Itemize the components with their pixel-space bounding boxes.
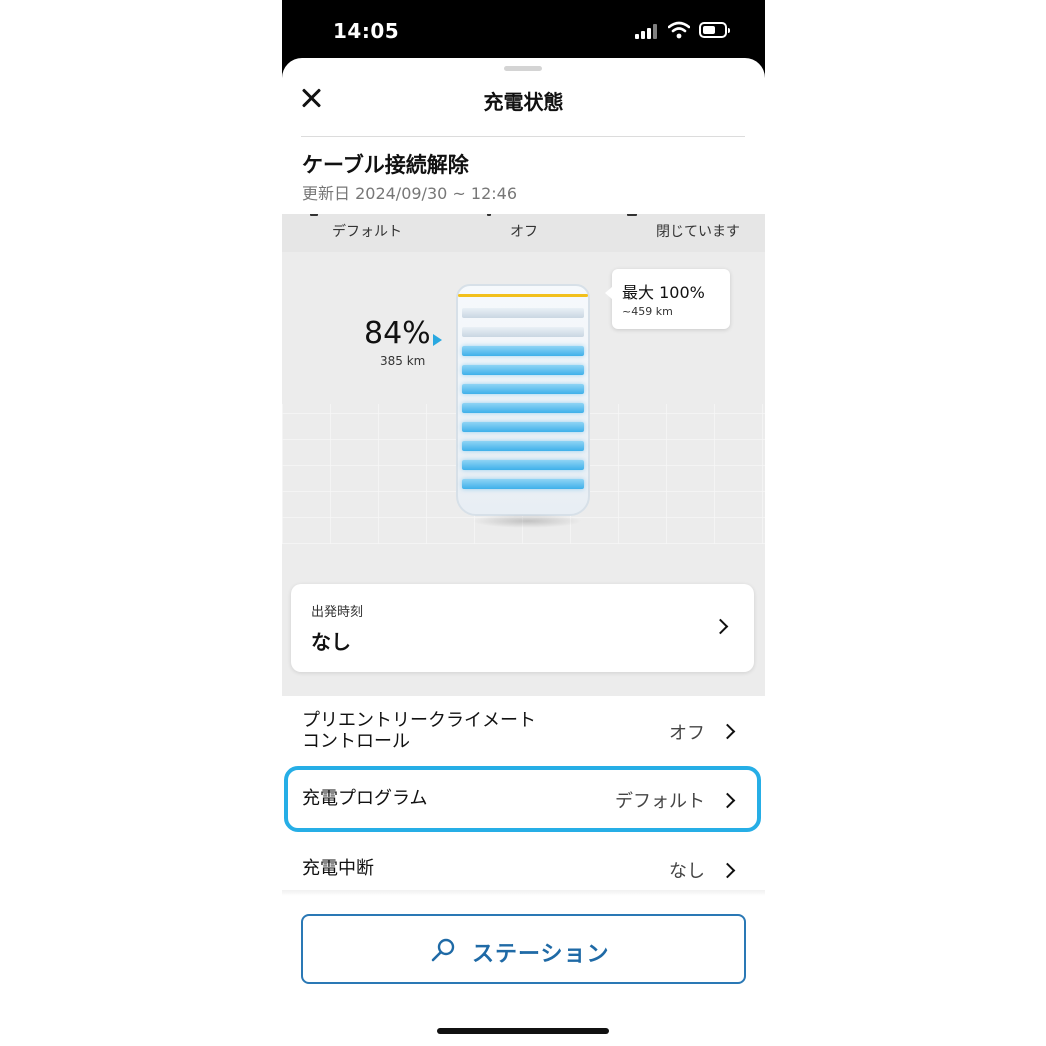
row-label: プリエントリークライメート コントロール xyxy=(302,710,536,752)
updated-timestamp: 更新日 2024/09/30 ~ 12:46 xyxy=(302,184,517,203)
search-icon xyxy=(431,938,455,962)
battery-cell xyxy=(462,327,584,337)
max-range: ~459 km xyxy=(622,305,673,318)
charge-pointer-icon xyxy=(433,334,442,346)
strip-program: デフォルト xyxy=(332,224,402,240)
departure-label: 出発時刻 xyxy=(311,605,364,620)
status-time: 14:05 xyxy=(333,19,400,43)
strip-climate: オフ xyxy=(510,224,538,240)
battery-cell xyxy=(462,384,584,394)
row-charging-break[interactable]: 充電中断 なし xyxy=(282,836,765,892)
row-label: 充電中断 xyxy=(302,858,374,879)
header-divider xyxy=(301,136,745,137)
chevron-right-icon xyxy=(712,618,729,635)
max-charge-tooltip: 最大 100% ~459 km xyxy=(605,269,730,329)
battery-cell xyxy=(462,346,584,356)
status-bar: 14:05 xyxy=(282,0,765,60)
sheet-grabber[interactable] xyxy=(504,66,542,71)
current-range: 385 km xyxy=(380,354,426,368)
flap-icon xyxy=(627,214,637,216)
battery-cell xyxy=(462,460,584,470)
plug-icon xyxy=(487,214,491,216)
chevron-right-icon xyxy=(719,862,736,879)
cable-status-title: ケーブル接続解除 xyxy=(302,153,469,177)
quick-status-strip: デフォルト オフ 閉じています xyxy=(282,214,765,252)
departure-value: なし xyxy=(311,630,351,654)
battery-cell xyxy=(462,308,584,318)
home-indicator[interactable] xyxy=(437,1028,609,1034)
row-preentry-climate[interactable]: プリエントリークライメート コントロール オフ xyxy=(282,696,765,766)
max-charge-label: 最大 100% xyxy=(622,283,705,302)
charge-limit-line xyxy=(458,294,588,297)
charging-status-sheet: 充電状態 ケーブル接続解除 更新日 2024/09/30 ~ 12:46 デフォ… xyxy=(282,58,765,1046)
wifi-icon xyxy=(668,21,690,39)
page-title: 充電状態 xyxy=(483,90,564,114)
battery-cell xyxy=(462,403,584,413)
battery-cell xyxy=(462,365,584,375)
battery-icon xyxy=(699,22,730,38)
program-icon xyxy=(310,214,318,216)
battery-visual-area: デフォルト オフ 閉じています 84% 385 km 最大 100% ~459 … xyxy=(282,214,765,696)
chevron-right-icon xyxy=(719,723,736,740)
battery-graphic xyxy=(456,284,590,516)
charge-percent: 84% xyxy=(364,316,431,351)
phone-screen: 14:05 充電状態 ケーブル接続解除 更新日 2024/09/30 ~ 12:… xyxy=(282,0,765,1046)
scroll-fade xyxy=(282,890,765,896)
row-value: なし xyxy=(669,861,705,882)
strip-flap: 閉じています xyxy=(656,224,740,240)
battery-cell xyxy=(462,441,584,451)
battery-cell xyxy=(462,422,584,432)
cellular-signal-icon xyxy=(635,24,657,39)
battery-cell xyxy=(462,479,584,489)
departure-time-card[interactable]: 出発時刻 なし xyxy=(291,584,754,672)
station-button[interactable]: ステーション xyxy=(301,914,746,984)
selection-highlight xyxy=(284,766,761,832)
row-value: オフ xyxy=(669,723,705,744)
battery-shadow xyxy=(472,514,582,528)
station-button-label: ステーション xyxy=(472,942,610,967)
